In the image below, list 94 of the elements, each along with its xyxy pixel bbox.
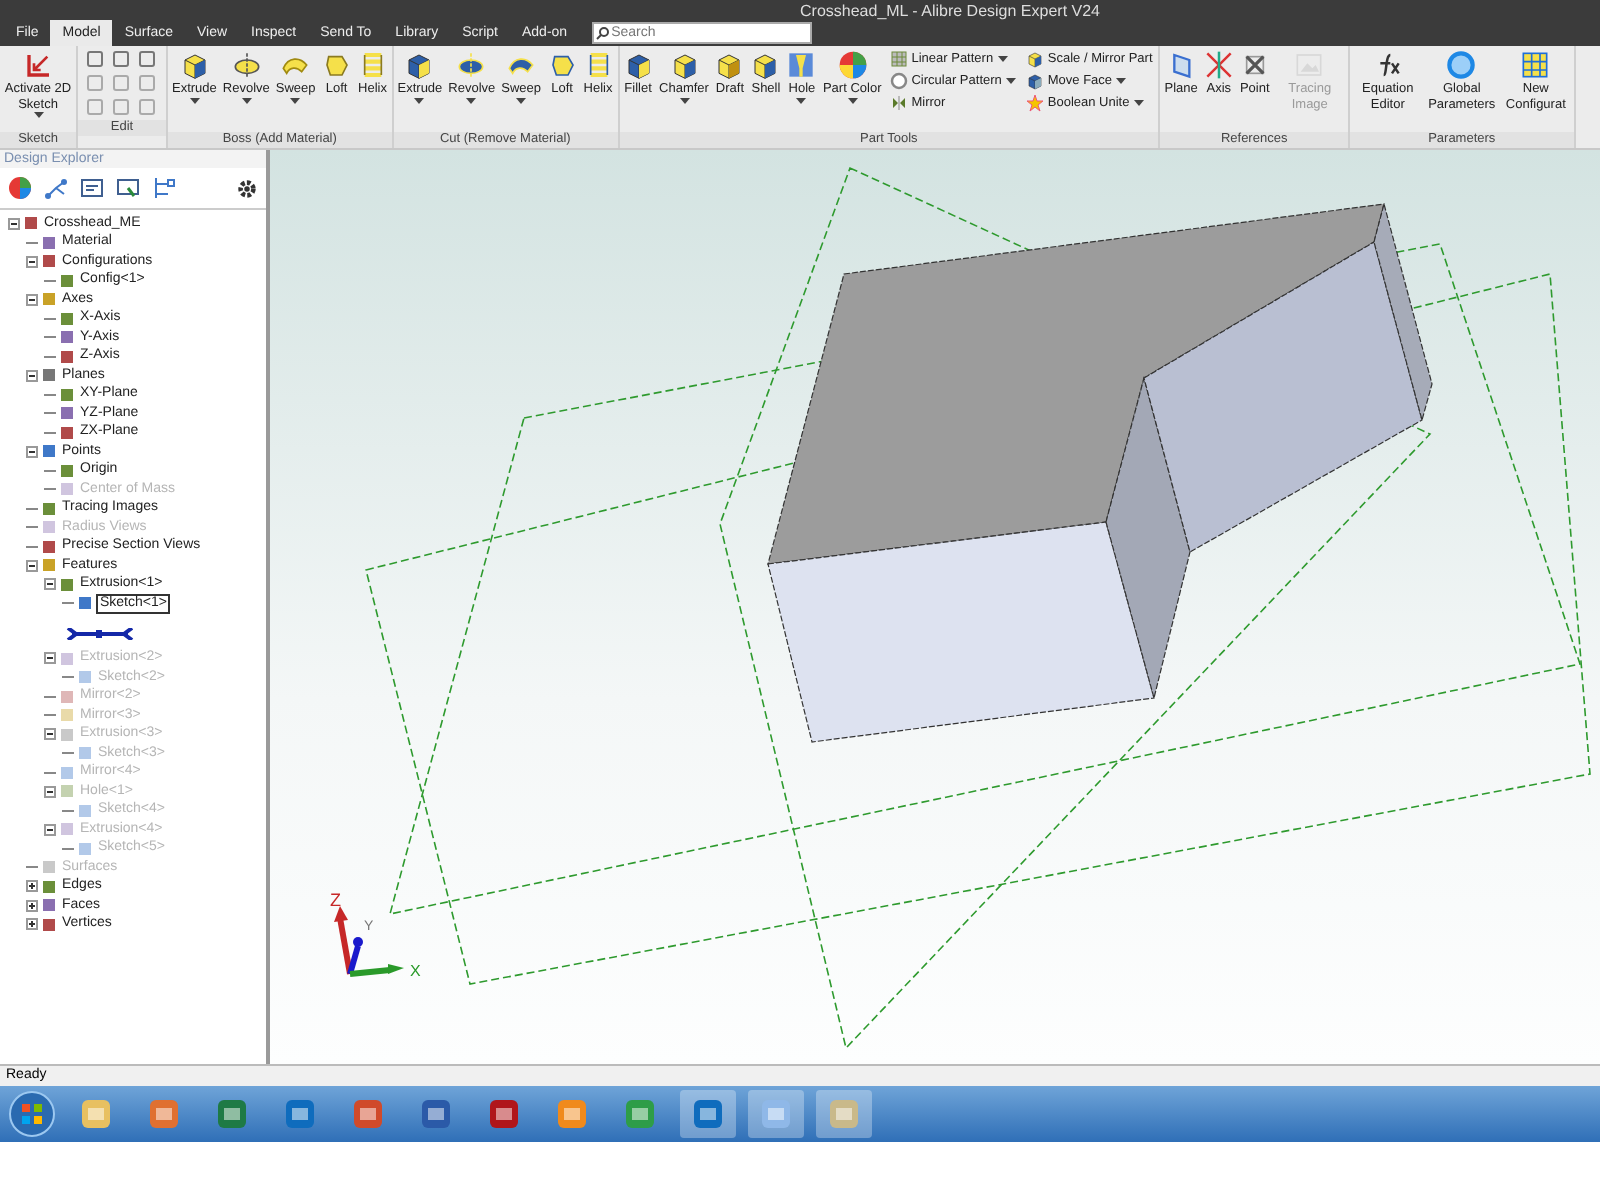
node-icon — [42, 879, 56, 894]
caret-icon — [796, 97, 807, 103]
caret-icon — [414, 97, 425, 103]
hole-icon — [786, 50, 817, 80]
node-icon — [42, 368, 56, 383]
node-icon — [42, 235, 56, 250]
caret-icon — [1116, 78, 1127, 84]
node-icon — [60, 406, 74, 421]
axis-label: Z — [330, 890, 341, 910]
block-icon — [714, 50, 745, 80]
node-icon — [60, 387, 74, 402]
hierarchy-icon[interactable] — [152, 176, 176, 200]
loft-icon — [321, 50, 352, 80]
expand-icon[interactable] — [26, 918, 38, 931]
node-icon — [42, 558, 56, 573]
node-icon — [60, 463, 74, 478]
caret-icon — [1005, 78, 1016, 84]
revolve-icon — [456, 50, 487, 80]
caret-icon — [189, 97, 200, 103]
collapse-icon[interactable] — [26, 445, 38, 458]
block-icon — [750, 50, 781, 80]
node-icon — [42, 444, 56, 459]
node-icon — [60, 689, 74, 704]
revolve-icon — [231, 50, 262, 80]
block-icon — [404, 50, 435, 80]
ring-icon — [889, 72, 908, 90]
collapse-icon[interactable] — [26, 293, 38, 306]
node-icon — [78, 596, 92, 611]
part-model-drawing[interactable] — [767, 201, 1433, 743]
node-icon — [24, 216, 38, 231]
block-icon — [1025, 50, 1044, 68]
node-icon — [42, 254, 56, 269]
collapse-icon[interactable] — [26, 255, 38, 268]
node-icon — [60, 577, 74, 592]
loft-icon — [547, 50, 578, 80]
node-icon — [60, 708, 74, 723]
collapse-icon[interactable] — [26, 559, 38, 572]
node-icon — [78, 803, 92, 818]
node-icon — [42, 292, 56, 307]
node-icon — [60, 482, 74, 497]
node-icon — [42, 898, 56, 913]
collapse-icon[interactable] — [44, 578, 56, 591]
grid-icon — [1520, 50, 1551, 80]
search-icon — [595, 26, 610, 40]
node-icon — [78, 841, 92, 856]
caret-icon — [241, 97, 252, 103]
block-icon — [179, 50, 210, 80]
node-icon — [42, 860, 56, 875]
start-button[interactable] — [8, 1090, 56, 1138]
monitor-icon[interactable] — [116, 176, 140, 200]
caret-icon — [1133, 100, 1144, 106]
node-icon — [78, 670, 92, 685]
node-icon — [60, 273, 74, 288]
axis-icon — [1203, 50, 1234, 80]
node-icon — [60, 784, 74, 799]
rollback-bar-icon[interactable] — [66, 627, 134, 639]
node-icon — [60, 349, 74, 364]
color-wheel-icon[interactable] — [8, 176, 32, 200]
node-icon — [60, 727, 74, 742]
color-wheel-icon — [837, 50, 868, 80]
block-icon — [669, 50, 699, 80]
sketch-icon — [23, 50, 53, 80]
node-icon — [60, 330, 74, 345]
mirror-icon — [889, 94, 908, 112]
node-icon — [60, 311, 74, 326]
caret-icon — [290, 97, 301, 103]
block-icon — [1025, 72, 1044, 90]
caret-icon — [33, 112, 43, 118]
collapse-icon[interactable] — [26, 369, 38, 382]
node-icon — [60, 765, 74, 780]
caret-icon — [997, 56, 1008, 62]
node-icon — [60, 425, 74, 440]
node-icon — [60, 822, 74, 837]
axis-label: X — [410, 962, 421, 980]
caret-icon — [516, 97, 527, 103]
settings-icon[interactable] — [236, 177, 258, 199]
node-icon — [78, 746, 92, 761]
grid-icon — [889, 50, 908, 68]
collapse-icon[interactable] — [8, 217, 20, 230]
share-icon[interactable] — [44, 176, 68, 200]
caret-icon — [466, 97, 477, 103]
node-icon — [42, 917, 56, 932]
ring-icon — [1446, 50, 1477, 80]
window-title: Crosshead_ML - Alibre Design Expert V24 — [800, 2, 1100, 20]
node-icon — [42, 501, 56, 516]
star-icon — [1025, 94, 1044, 112]
node-icon — [60, 651, 74, 666]
node-icon — [42, 539, 56, 554]
expand-icon[interactable] — [26, 899, 38, 912]
expand-icon[interactable] — [26, 880, 38, 893]
caret-icon — [847, 97, 858, 103]
node-icon — [42, 520, 56, 535]
block-icon — [623, 50, 654, 80]
caret-icon — [679, 97, 689, 103]
